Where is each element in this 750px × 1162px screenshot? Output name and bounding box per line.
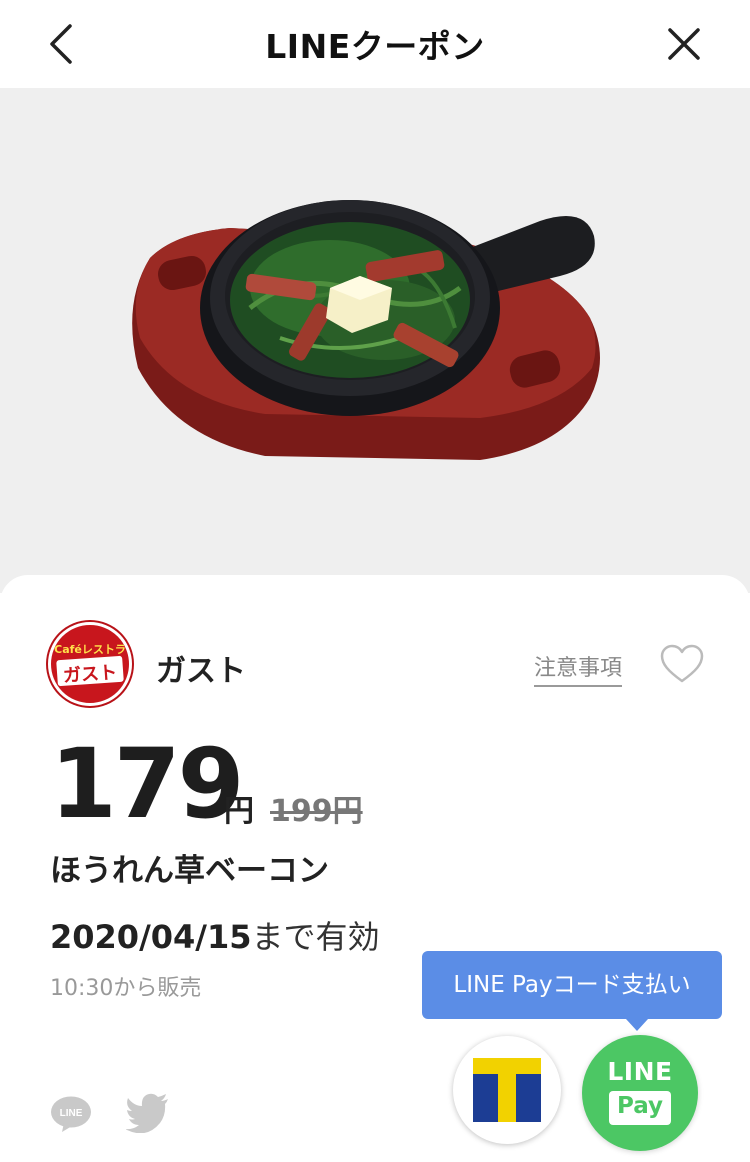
original-price: 199円 xyxy=(270,794,363,829)
shop-logo-word: ガスト xyxy=(62,662,118,687)
item-name: ほうれん草ベーコン xyxy=(50,853,329,889)
heart-icon[interactable] xyxy=(660,644,704,684)
valid-suffix: まで有効 xyxy=(251,918,380,956)
valid-until: 2020/04/15まで有効 xyxy=(50,912,380,958)
line-share-label: LINE xyxy=(60,1108,83,1119)
shop-name: ガスト xyxy=(156,654,246,689)
valid-date: 2020/04/15 xyxy=(50,918,252,956)
linepay-label-line: LINE xyxy=(607,1057,673,1086)
close-icon[interactable] xyxy=(664,24,704,64)
linepay-tooltip: LINE Payコード支払い xyxy=(422,951,722,1031)
sale-time: 10:30から販売 xyxy=(50,976,202,1001)
linepay-button[interactable]: LINE Pay xyxy=(582,1035,698,1151)
coupon-price: 179 xyxy=(50,728,244,840)
notes-link[interactable]: 注意事項 xyxy=(534,650,623,687)
twitter-icon[interactable] xyxy=(126,1093,170,1133)
spinach-bacon-skillet-photo xyxy=(132,200,600,460)
t-point-icon xyxy=(473,1058,541,1122)
shop-logo: Caféレストラン ガスト xyxy=(48,622,132,706)
coupon-hero-image xyxy=(0,88,750,593)
t-point-button[interactable] xyxy=(453,1036,561,1144)
page-title: LINEクーポン xyxy=(265,27,485,66)
price-currency: 円 xyxy=(224,794,254,829)
header-bar: LINEクーポン xyxy=(0,0,750,88)
line-share-icon[interactable]: LINE xyxy=(50,1095,92,1133)
linepay-label-pay: Pay xyxy=(616,1093,664,1119)
